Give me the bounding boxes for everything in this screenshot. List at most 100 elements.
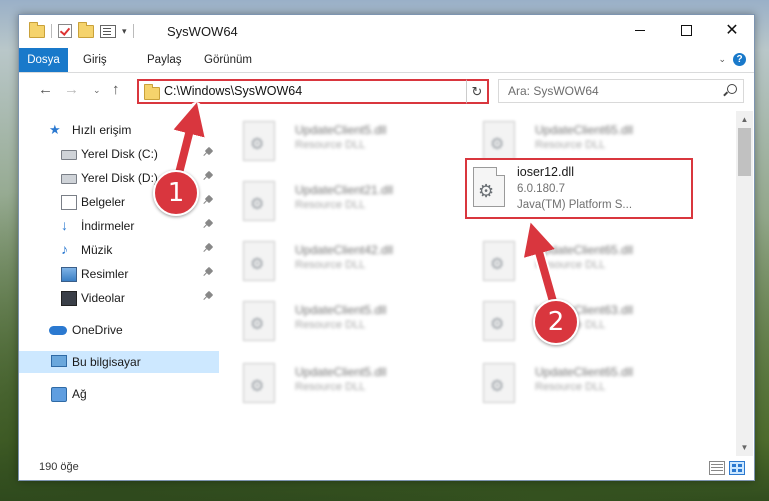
recent-locations-icon[interactable]: ⌄ (93, 85, 101, 96)
up-arrow-icon[interactable]: ↑ (112, 81, 120, 98)
qat-separator (132, 24, 134, 38)
tab-share[interactable]: Paylaş (147, 48, 182, 72)
new-folder-icon[interactable] (78, 21, 94, 38)
pin-icon[interactable] (204, 146, 214, 156)
file-description: Java(TM) Platform S... (517, 199, 633, 211)
details-view-icon[interactable] (709, 461, 725, 475)
file-description: Resource DLL (295, 381, 366, 393)
dll-file-icon (243, 301, 275, 341)
sidebar-item-quick-access[interactable]: ★ Hızlı erişim (19, 119, 219, 141)
file-name: UpdateClient65.dll (535, 365, 634, 379)
file-tile[interactable]: UpdateClient21.dll Resource DLL (223, 175, 453, 227)
file-tile[interactable]: UpdateClient42.dll Resource DLL (223, 235, 453, 287)
refresh-button[interactable]: ↻ (466, 79, 489, 104)
sidebar-item-this-pc[interactable]: Bu bilgisayar (19, 351, 219, 373)
dll-file-icon (483, 363, 515, 403)
dll-file-icon (483, 241, 515, 281)
tab-file[interactable]: Dosya (19, 48, 68, 72)
sidebar-item-label: Videolar (81, 291, 125, 305)
close-button[interactable]: ✕ (709, 15, 754, 45)
file-name: UpdateClient65.dll (535, 243, 634, 257)
file-name: UpdateClient5.dll (295, 123, 387, 137)
quick-access-toolbar: ▾ (29, 21, 134, 38)
help-icon[interactable]: ? (733, 53, 746, 66)
navigation-bar: ← → ⌄ ↑ C:\Windows\SysWOW64 ⌄ ↻ Ara: Sys… (19, 75, 754, 105)
file-description: Resource DLL (295, 139, 366, 151)
network-icon (51, 387, 67, 402)
sidebar-item-label: OneDrive (72, 323, 123, 337)
pin-icon[interactable] (204, 218, 214, 228)
sidebar-item-label: Bu bilgisayar (72, 355, 141, 369)
dll-file-icon (243, 181, 275, 221)
disk-icon (61, 174, 77, 184)
sidebar-item-pictures[interactable]: Resimler (19, 263, 219, 285)
pin-icon[interactable] (204, 194, 214, 204)
sidebar-item-disk-c[interactable]: Yerel Disk (C:) (19, 143, 219, 165)
music-icon: ♪ (61, 241, 68, 257)
back-arrow-icon[interactable]: ← (38, 81, 53, 98)
sidebar-item-label: Müzik (81, 243, 113, 257)
file-tile[interactable]: UpdateClient5.dll Resource DLL (223, 295, 453, 347)
sidebar-item-label: Hızlı erişim (72, 123, 132, 137)
dll-file-icon (243, 241, 275, 281)
file-description: Resource DLL (295, 259, 366, 271)
tiles-view-icon[interactable] (729, 461, 745, 475)
file-name: UpdateClient21.dll (295, 183, 394, 197)
scroll-up-icon[interactable]: ▲ (736, 111, 753, 128)
address-bar[interactable]: C:\Windows\SysWOW64 ⌄ (137, 79, 486, 104)
navigation-pane: ★ Hızlı erişim Yerel Disk (C:) Yerel Dis… (19, 111, 221, 456)
file-tile[interactable]: UpdateClient5.dll Resource DLL (223, 115, 453, 167)
maximize-button[interactable] (663, 15, 709, 45)
target-file-ioser12-dll[interactable]: ⚙ ioser12.dll 6.0.180.7 Java(TM) Platfor… (465, 158, 693, 219)
pin-icon[interactable] (204, 290, 214, 300)
gear-icon: ⚙ (478, 181, 495, 201)
file-name: UpdateClient5.dll (295, 303, 387, 317)
tab-view[interactable]: Görünüm (204, 48, 252, 72)
address-path[interactable]: C:\Windows\SysWOW64 (164, 84, 302, 98)
sidebar-item-downloads[interactable]: ↓ İndirmeler (19, 215, 219, 237)
pin-icon[interactable] (204, 266, 214, 276)
maximize-icon (680, 24, 692, 36)
forward-arrow-icon[interactable]: → (64, 81, 79, 98)
sidebar-item-onedrive[interactable]: OneDrive (19, 319, 219, 341)
this-pc-icon (51, 355, 67, 367)
file-tile[interactable]: UpdateClient65.dll Resource DLL (463, 235, 693, 287)
sidebar-item-music[interactable]: ♪ Müzik (19, 239, 219, 261)
videos-icon (61, 291, 77, 306)
minimize-icon (635, 29, 645, 31)
sidebar-item-label: Resimler (81, 267, 129, 281)
dll-file-icon (483, 121, 515, 161)
downloads-icon: ↓ (61, 217, 68, 233)
sidebar-item-label: İndirmeler (81, 219, 135, 233)
disk-icon (61, 150, 77, 160)
explorer-window: ▾ SysWOW64 ✕ Dosya Giriş Paylaş Görünüm … (18, 14, 755, 481)
dll-file-icon: ⚙ (473, 167, 505, 207)
sidebar-item-videos[interactable]: Videolar (19, 287, 219, 309)
vertical-scrollbar[interactable]: ▲ ▼ (736, 111, 753, 456)
pin-icon[interactable] (204, 170, 214, 180)
sidebar-item-network[interactable]: Ağ (19, 383, 219, 405)
properties-check-icon[interactable] (58, 24, 72, 38)
folder-icon (29, 21, 45, 38)
sidebar-item-label: Yerel Disk (C:) (81, 147, 158, 161)
item-count: 190 öğe (39, 461, 79, 473)
pin-icon[interactable] (204, 242, 214, 252)
file-tile[interactable]: UpdateClient65.dll Resource DLL (463, 357, 693, 409)
minimize-button[interactable] (617, 15, 663, 45)
file-name: ioser12.dll (517, 165, 574, 179)
file-description: Resource DLL (535, 381, 606, 393)
qat-dropdown-icon[interactable]: ▾ (122, 26, 127, 37)
search-input[interactable]: Ara: SysWOW64 (498, 79, 744, 103)
file-description: Resource DLL (535, 139, 606, 151)
search-icon[interactable] (727, 84, 737, 94)
documents-icon (61, 195, 77, 210)
scroll-down-icon[interactable]: ▼ (736, 439, 753, 456)
dll-file-icon (243, 121, 275, 161)
ribbon-expand-icon[interactable]: ⌄ (718, 54, 726, 65)
dll-file-icon (243, 363, 275, 403)
scroll-thumb[interactable] (738, 128, 751, 176)
file-name: UpdateClient5.dll (295, 365, 387, 379)
tab-home[interactable]: Giriş (83, 48, 107, 72)
file-tile[interactable]: UpdateClient5.dll Resource DLL (223, 357, 453, 409)
customize-icon[interactable] (100, 24, 116, 38)
